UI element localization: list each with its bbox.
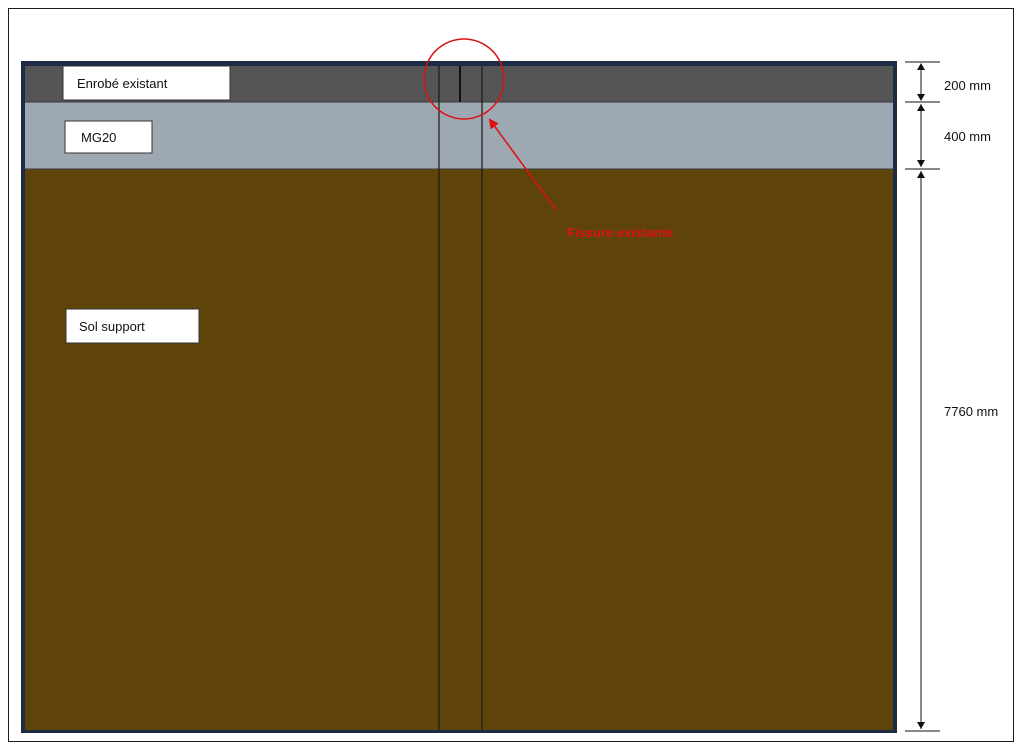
label-box-sol-support: Sol support [65, 308, 200, 344]
dimension-sol-support-label: 7760 mm [944, 404, 998, 419]
dimension-enrobe: 200 mm [905, 61, 991, 103]
dimension-mg20: 400 mm [905, 104, 991, 170]
dimension-enrobe-label: 200 mm [944, 78, 991, 93]
dimension-sol-support: 7760 mm [905, 171, 998, 732]
layer-sol-support [25, 169, 893, 730]
pavement-cross-section-diagram: Fissure existante Enrobé existant MG20 S… [21, 38, 998, 733]
label-box-mg20: MG20 [64, 120, 153, 154]
label-mg20: MG20 [81, 130, 116, 145]
label-box-enrobe: Enrobé existant [62, 65, 231, 101]
label-sol-support: Sol support [79, 319, 145, 334]
layer-mg20 [25, 102, 893, 169]
dimension-mg20-label: 400 mm [944, 129, 991, 144]
label-enrobe: Enrobé existant [77, 76, 168, 91]
crack-annotation-label: Fissure existante [567, 225, 673, 240]
